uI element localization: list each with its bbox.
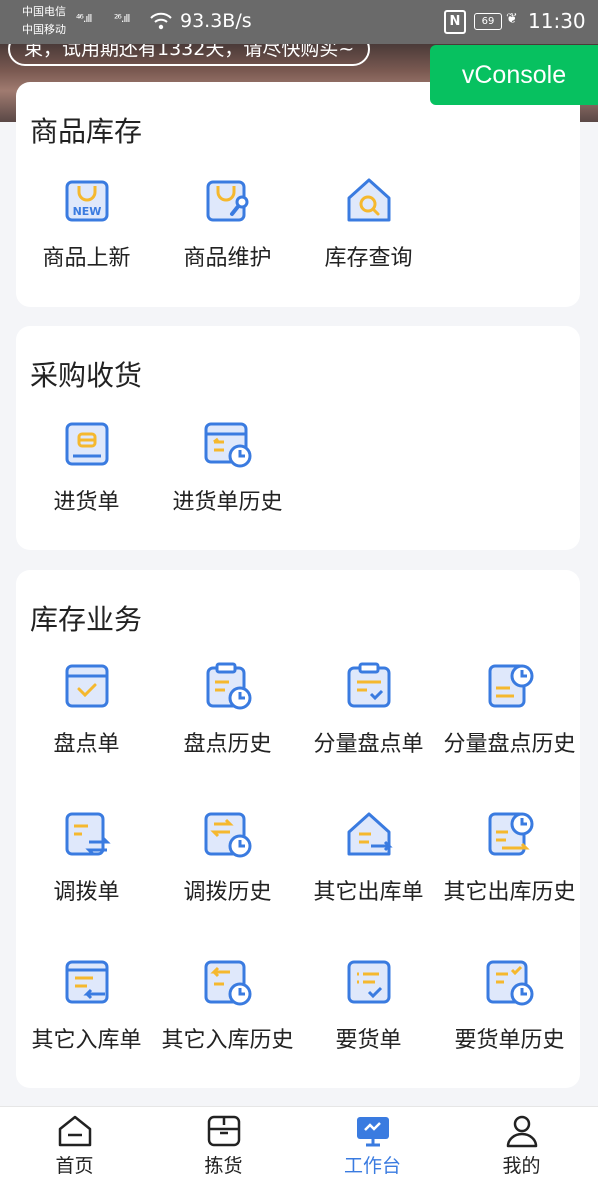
menu-item-label: 分量盘点历史 [443,732,576,757]
doc-clock-icon [488,664,533,708]
section-card-inventory: 商品库存 NEW 商品上新 商品维护 库存查询 [16,82,580,307]
transfer-clock-icon [204,812,251,858]
section-title: 采购收货 [30,359,143,392]
menu-item-stock-query[interactable]: 库存查询 [298,174,439,272]
tab-label: 拣货 [204,1155,243,1177]
menu-item-label: 商品上新 [42,246,131,271]
menu-item-purchase-history[interactable]: 进货单历史 [157,418,298,516]
menu-item-label: 要货单历史 [454,1028,565,1053]
menu-item-label: 盘点历史 [183,732,272,757]
doc-out-clock-icon [488,812,533,856]
tab-home[interactable]: 首页 [0,1113,149,1178]
menu-item-stocktake-history[interactable]: 盘点历史 [157,660,298,758]
menu-item-label: 其它入库历史 [161,1028,294,1053]
bag-wrench-icon [206,180,248,222]
menu-item-label: 调拨历史 [183,880,272,905]
leaf-icon: ❦ [506,11,518,27]
menu-item-label: 其它出库历史 [443,880,576,905]
menu-item-other-outbound[interactable]: 其它出库单 [298,808,439,906]
section-card-stock-ops: 库存业务 盘点单 盘点历史 分量盘点单 分量盘点历史 调拨单 调拨历史 其它出库… [16,570,580,1088]
user-icon [506,1115,537,1148]
menu-item-label: 盘点单 [53,732,120,757]
menu-item-label: 调拨单 [53,880,120,905]
menu-item-product-maintain[interactable]: 商品维护 [157,174,298,272]
bottom-tab-bar: 首页 拣货 工作台 我的 [0,1106,598,1180]
tab-label: 首页 [55,1155,94,1177]
signal-1-icon: ⁴⁶.ıll [76,12,93,25]
battery-level: 69 [474,13,502,30]
menu-item-label: 其它出库单 [313,880,424,905]
section-title: 商品库存 [30,115,143,148]
tray-check-icon [65,664,108,708]
menu-item-other-inbound-history[interactable]: 其它入库历史 [157,956,298,1054]
house-search-icon [347,178,390,222]
box-history-icon [204,422,251,468]
section-card-purchase: 采购收货 进货单 进货单历史 [16,326,580,550]
clipboard-clock-icon [206,662,251,710]
home-icon [58,1115,91,1147]
monitor-icon [356,1117,389,1147]
svg-text:NEW: NEW [72,205,101,218]
menu-item-weighed-stocktake-history[interactable]: 分量盘点历史 [439,660,580,758]
menu-item-transfer-history[interactable]: 调拨历史 [157,808,298,906]
menu-item-requisition[interactable]: 要货单 [298,956,439,1054]
package-icon [207,1115,240,1147]
tab-workbench[interactable]: 工作台 [298,1113,447,1178]
wifi-icon [150,12,172,30]
tab-picking[interactable]: 拣货 [149,1113,298,1178]
menu-item-stocktake[interactable]: 盘点单 [16,660,157,758]
section-title: 库存业务 [30,603,143,636]
check-clock-icon [486,960,533,1006]
clipboard-check-icon [347,662,390,708]
menu-item-label: 库存查询 [324,246,413,271]
menu-item-label: 进货单 [53,490,120,515]
tab-label: 工作台 [343,1155,401,1177]
menu-item-label: 分量盘点单 [313,732,424,757]
menu-item-other-inbound[interactable]: 其它入库单 [16,956,157,1054]
signal-2-icon: ²⁶.ıll [114,12,131,25]
menu-item-label: 商品维护 [183,246,272,271]
menu-item-purchase-order[interactable]: 进货单 [16,418,157,516]
house-out-icon [347,812,393,856]
list-check-icon [347,960,390,1004]
vconsole-button[interactable]: vConsole [430,45,598,105]
menu-item-label: 进货单历史 [172,490,283,515]
in-clock-icon [204,960,251,1006]
menu-item-label: 其它入库单 [31,1028,142,1053]
tab-mine[interactable]: 我的 [447,1113,596,1178]
tab-label: 我的 [502,1155,541,1177]
carrier-2: 中国移动 [22,23,66,36]
status-bar: 中国电信 中国移动 ⁴⁶.ıll ²⁶.ıll 93.3B/s N 69 ❦ 1… [0,0,598,44]
bag-new-icon: NEW [65,180,108,222]
list-in-icon [65,960,108,1004]
menu-item-transfer[interactable]: 调拨单 [16,808,157,906]
net-speed: 93.3B/s [180,10,252,32]
menu-item-label: 要货单 [335,1028,402,1053]
menu-item-new-product[interactable]: NEW 商品上新 [16,174,157,272]
carrier-1: 中国电信 [22,5,66,18]
box-doc-icon [65,422,108,466]
menu-item-weighed-stocktake[interactable]: 分量盘点单 [298,660,439,758]
menu-item-other-outbound-history[interactable]: 其它出库历史 [439,808,580,906]
menu-item-requisition-history[interactable]: 要货单历史 [439,956,580,1054]
nfc-icon: N [444,10,466,34]
clock: 11:30 [528,9,586,33]
doc-transfer-icon [65,812,111,856]
